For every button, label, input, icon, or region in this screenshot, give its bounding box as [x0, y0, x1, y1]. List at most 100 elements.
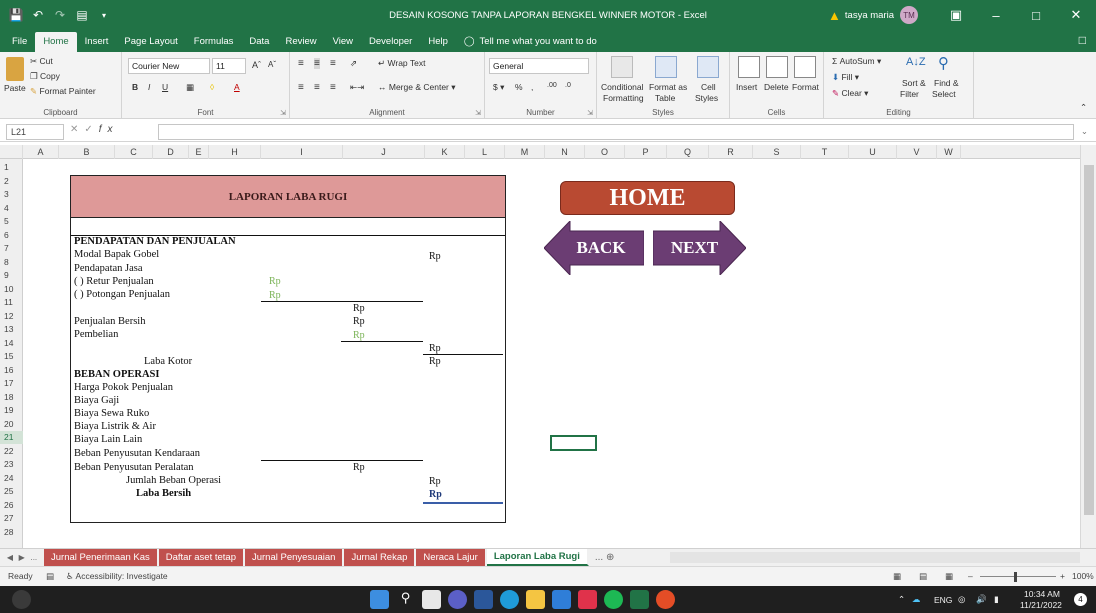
number-format-select[interactable]: General — [489, 58, 589, 74]
insert-button[interactable]: Insert — [736, 82, 757, 92]
windows-start-icon[interactable] — [370, 590, 389, 609]
minimize-button[interactable]: – — [976, 0, 1016, 30]
copy-button[interactable]: ❐ Copy — [30, 71, 60, 82]
sort-filter-icon[interactable]: A↓Z — [906, 56, 926, 68]
customize-qat-icon[interactable]: ▾ — [94, 5, 114, 25]
column-header[interactable]: T — [801, 145, 849, 159]
row-header[interactable]: 6 — [0, 229, 23, 242]
tell-me-box[interactable]: ◯ Tell me what you want to do — [456, 32, 605, 52]
column-header[interactable]: E — [189, 145, 209, 159]
column-header[interactable]: V — [897, 145, 937, 159]
worksheet[interactable]: LAPORAN LABA RUGI PENDAPATAN DAN PENJUAL… — [23, 159, 1080, 548]
format-as-table-button[interactable]: Format as — [649, 82, 687, 92]
column-header[interactable]: Q — [667, 145, 709, 159]
next-button[interactable]: NEXT — [653, 221, 746, 275]
battery-icon[interactable]: ▮ — [994, 594, 999, 605]
avatar[interactable]: TM — [900, 6, 918, 24]
row-header[interactable]: 5 — [0, 215, 23, 228]
tab-help[interactable]: Help — [420, 32, 456, 52]
column-header[interactable]: M — [505, 145, 545, 159]
row-header[interactable]: 25 — [0, 485, 23, 498]
new-sheet-button[interactable]: ... ⊕ — [589, 549, 621, 566]
search-taskbar-icon[interactable]: ⚲ — [396, 590, 415, 609]
align-center-icon[interactable]: ≡ — [314, 82, 320, 93]
row-header[interactable]: 18 — [0, 391, 23, 404]
edge-icon[interactable] — [500, 590, 519, 609]
row-header[interactable]: 9 — [0, 269, 23, 282]
ribbon-display-icon[interactable]: ▣ — [936, 0, 976, 30]
tab-review[interactable]: Review — [277, 32, 324, 52]
font-size-select[interactable]: 11 — [212, 58, 246, 74]
onedrive-icon[interactable]: ☁ — [912, 594, 921, 605]
increase-decimal-icon[interactable]: .00 — [547, 82, 557, 89]
find-select-button[interactable]: Find & — [934, 78, 959, 88]
percent-icon[interactable]: % — [515, 82, 523, 92]
comma-icon[interactable]: , — [531, 82, 533, 92]
format-button[interactable]: Format — [792, 82, 819, 92]
tab-home[interactable]: Home — [35, 32, 77, 52]
name-box[interactable]: L21 — [6, 124, 64, 140]
restore-button[interactable]: □ — [1016, 0, 1056, 30]
tab-view[interactable]: View — [325, 32, 361, 52]
weather-icon[interactable] — [12, 590, 31, 609]
collapse-ribbon-icon[interactable]: ⌃ — [1080, 102, 1087, 113]
conditional-formatting-button-2[interactable]: Formatting — [603, 93, 644, 103]
form-icon[interactable]: ▤ — [72, 5, 92, 25]
align-bottom-icon[interactable]: ≡ — [330, 58, 336, 69]
comments-icon[interactable]: □ — [1079, 33, 1086, 47]
network-icon[interactable]: ◎ — [958, 594, 965, 605]
column-header[interactable]: A — [23, 145, 59, 159]
page-break-view-icon[interactable]: ▦ — [945, 571, 953, 582]
row-header[interactable]: 17 — [0, 377, 23, 390]
task-view-icon[interactable] — [422, 590, 441, 609]
zoom-slider[interactable] — [980, 576, 1056, 577]
prev-sheet-icon[interactable]: ◀ — [7, 553, 13, 562]
tab-file[interactable]: File — [4, 32, 35, 52]
row-header[interactable]: 15 — [0, 350, 23, 363]
currency-icon[interactable]: $ ▾ — [493, 82, 504, 93]
orientation-icon[interactable]: ⇗ — [350, 58, 357, 69]
row-header[interactable]: 7 — [0, 242, 23, 255]
increase-font-icon[interactable]: Aˆ — [252, 60, 261, 70]
insert-cells-icon[interactable] — [738, 56, 760, 78]
wrap-text-button[interactable]: ↵ Wrap Text — [378, 58, 425, 69]
row-header[interactable]: 8 — [0, 256, 23, 269]
notification-badge[interactable]: 4 — [1074, 593, 1087, 606]
fill-button[interactable]: ⬇ Fill ▾ — [832, 72, 859, 83]
cancel-icon[interactable]: ✕ — [70, 124, 84, 135]
decrease-decimal-icon[interactable]: .0 — [565, 82, 571, 89]
tab-data[interactable]: Data — [241, 32, 277, 52]
bold-button[interactable]: B — [132, 82, 138, 92]
delete-cells-icon[interactable] — [766, 56, 788, 78]
row-header[interactable]: 28 — [0, 526, 23, 539]
sheet-tab[interactable]: Jurnal Penyesuaian — [244, 549, 345, 566]
zoom-in-button[interactable]: + — [1060, 571, 1065, 581]
accessibility-status[interactable]: ♿ Accessibility: Investigate — [66, 571, 168, 582]
clock-time[interactable]: 10:34 AM — [1024, 589, 1060, 599]
row-header[interactable]: 22 — [0, 445, 23, 458]
delete-button[interactable]: Delete — [764, 82, 789, 92]
row-header[interactable]: 3 — [0, 188, 23, 201]
expand-formula-icon[interactable]: ⌄ — [1081, 126, 1088, 137]
select-all-corner[interactable] — [0, 145, 23, 159]
borders-icon[interactable]: ▦ — [186, 82, 194, 93]
row-header[interactable]: 12 — [0, 310, 23, 323]
search-icon[interactable]: ⚲ — [938, 54, 949, 72]
undo-icon[interactable]: ↶ — [28, 5, 48, 25]
row-header[interactable]: 16 — [0, 364, 23, 377]
fill-color-icon[interactable]: ◊ — [210, 82, 214, 92]
chat-icon[interactable] — [448, 590, 467, 609]
column-header[interactable]: L — [465, 145, 505, 159]
column-header[interactable]: S — [753, 145, 801, 159]
cell-styles-icon[interactable] — [697, 56, 719, 78]
tab-developer[interactable]: Developer — [361, 32, 420, 52]
format-painter-button[interactable]: ✎ Format Painter — [30, 86, 96, 97]
column-header[interactable]: P — [625, 145, 667, 159]
clock-date[interactable]: 11/21/2022 — [1020, 600, 1062, 610]
column-header[interactable]: O — [585, 145, 625, 159]
language-indicator[interactable]: ENG — [934, 595, 952, 605]
tab-page-layout[interactable]: Page Layout — [116, 32, 185, 52]
scroll-thumb[interactable] — [1084, 165, 1094, 515]
column-header[interactable]: H — [209, 145, 261, 159]
sheet-tab[interactable]: Neraca Lajur — [416, 549, 487, 566]
